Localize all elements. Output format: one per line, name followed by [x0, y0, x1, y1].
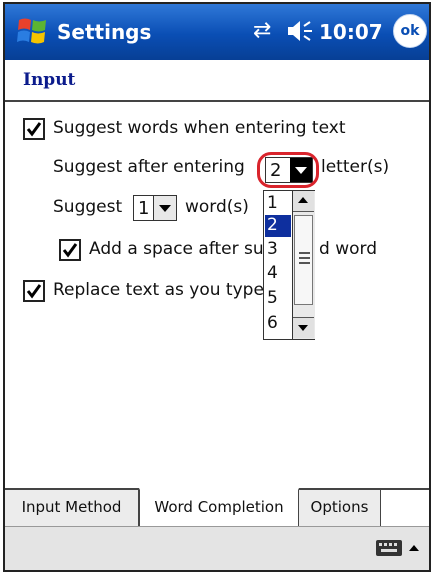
suggest-count-label: Suggest [53, 197, 123, 217]
add-space-label-tail: d word [319, 239, 377, 259]
dropdown-option[interactable]: 5 [265, 288, 291, 310]
word-count-suffix: word(s) [185, 197, 249, 217]
replace-text-checkbox[interactable] [23, 280, 45, 302]
window-title: Settings [57, 20, 152, 44]
input-menu-arrow-icon[interactable] [409, 545, 419, 551]
highlight-ring [257, 152, 319, 188]
tab-input-method[interactable]: Input Method [5, 490, 139, 526]
title-bar: Settings ⇄ 10:07 ok [5, 4, 429, 60]
suggest-words-label: Suggest words when entering text [53, 118, 346, 138]
ok-button[interactable]: ok [393, 14, 427, 48]
checkmark-icon [62, 243, 78, 258]
clock[interactable]: 10:07 [319, 20, 383, 44]
letters-suffix: letter(s) [321, 157, 390, 177]
suggest-after-label: Suggest after entering [53, 157, 245, 177]
add-space-checkbox[interactable] [59, 239, 81, 261]
sync-icon[interactable]: ⇄ [253, 20, 271, 42]
dropdown-option-selected[interactable]: 2 [265, 215, 291, 237]
checkmark-icon [26, 284, 42, 299]
tab-word-completion[interactable]: Word Completion [139, 488, 299, 526]
dropdown-scrollbar[interactable] [292, 191, 315, 339]
command-bar [5, 526, 429, 570]
windows-start-icon[interactable] [15, 14, 49, 48]
page-title: Input [23, 70, 76, 90]
word-count-value: 1 [138, 198, 150, 219]
checkmark-icon [26, 122, 42, 137]
pocket-pc-screen: Settings ⇄ 10:07 ok Input Suggest words … [3, 2, 431, 572]
keyboard-icon[interactable] [375, 539, 403, 557]
speaker-icon[interactable] [286, 18, 314, 44]
tab-options[interactable]: Options [299, 490, 381, 526]
dropdown-option[interactable]: 3 [265, 239, 291, 261]
scroll-thumb[interactable] [294, 215, 313, 305]
dropdown-option[interactable]: 4 [265, 263, 291, 285]
letters-dropdown-list[interactable]: 1 2 3 4 5 6 [263, 190, 315, 340]
dropdown-option[interactable]: 1 [265, 193, 291, 215]
word-count-combo[interactable]: 1 [133, 195, 177, 221]
divider [5, 100, 429, 102]
scroll-up-icon[interactable] [293, 191, 314, 212]
tab-strip: Input Method Word Completion Options [5, 488, 429, 528]
dropdown-option[interactable]: 6 [265, 313, 291, 335]
replace-text-label: Replace text as you type [53, 280, 264, 300]
scroll-down-icon[interactable] [293, 317, 314, 338]
add-space-label: Add a space after sug [89, 239, 275, 259]
dropdown-arrow-icon[interactable] [153, 196, 176, 220]
suggest-words-checkbox[interactable] [23, 118, 45, 140]
